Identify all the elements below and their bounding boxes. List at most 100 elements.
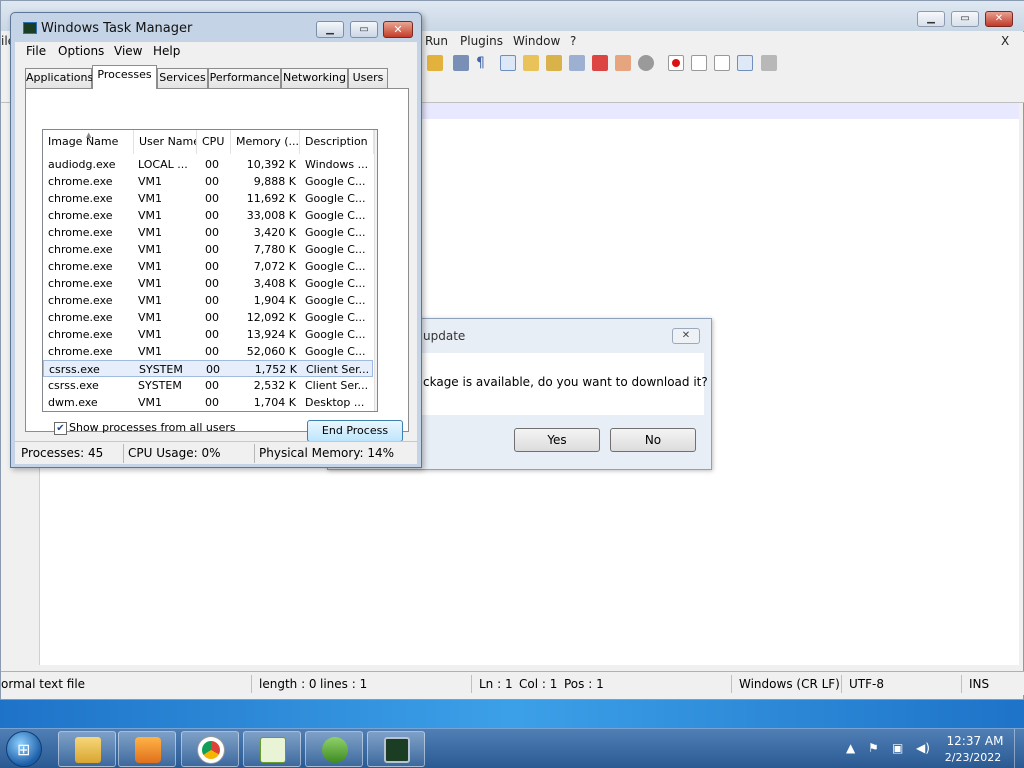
process-row[interactable]: csrss.exe SYSTEM 00 1,752 K Client Ser... (43, 360, 373, 377)
status-divider (961, 675, 962, 693)
process-memory: 1,904 K (253, 294, 296, 307)
minimize-button[interactable]: ▁ (917, 11, 945, 27)
process-row[interactable]: chrome.exe VM1 00 12,092 K Google C... (43, 309, 373, 326)
tab-users[interactable]: Users (348, 68, 388, 88)
lock-icon[interactable] (427, 55, 443, 71)
tab-performance[interactable]: Performance (208, 68, 281, 88)
menu-window[interactable]: Window (513, 34, 560, 48)
taskbar-app-explorer[interactable] (58, 731, 116, 767)
tab-applications[interactable]: Applications (25, 68, 93, 88)
save-macro-icon[interactable] (761, 55, 777, 71)
yes-button[interactable]: Yes (514, 428, 600, 452)
taskbar-app-media-player[interactable] (118, 731, 176, 767)
dialog-close-button[interactable]: ✕ (672, 328, 700, 344)
process-image-name: chrome.exe (48, 226, 113, 239)
process-row[interactable]: chrome.exe VM1 00 13,924 K Google C... (43, 326, 373, 343)
minimize-button[interactable]: ▁ (316, 21, 344, 38)
process-row[interactable]: chrome.exe VM1 00 3,420 K Google C... (43, 224, 373, 241)
taskbar-app-notepadpp[interactable] (243, 731, 301, 767)
mouse-cursor-icon (627, 387, 639, 405)
status-encoding: UTF-8 (849, 677, 884, 691)
tab-networking[interactable]: Networking (281, 68, 348, 88)
taskbar-app-downloader[interactable] (305, 731, 363, 767)
paragraph-icon[interactable]: ¶ (476, 55, 492, 71)
indent-guide-icon[interactable] (500, 55, 516, 71)
column-header-description[interactable]: Description (300, 130, 374, 154)
document-map-icon[interactable] (569, 55, 585, 71)
menu-help[interactable]: ? (570, 34, 576, 48)
play-macro-icon[interactable] (714, 55, 730, 71)
desktop-wallpaper (0, 700, 1024, 728)
vertical-scrollbar[interactable]: ▲ ≡ ▼ (374, 130, 378, 411)
folder-icon[interactable] (523, 55, 539, 71)
column-header-cpu[interactable]: CPU (197, 130, 231, 154)
maximize-button[interactable]: ▭ (951, 11, 979, 27)
spellcheck-icon[interactable] (638, 55, 654, 71)
wrap-icon[interactable] (453, 55, 469, 71)
run-multiple-macro-icon[interactable] (737, 55, 753, 71)
menu-help[interactable]: Help (153, 44, 180, 58)
column-header-memory[interactable]: Memory (... (231, 130, 300, 154)
process-row[interactable]: audiodg.exe LOCAL ... 00 10,392 K Windows ..… (43, 156, 373, 173)
maximize-button[interactable]: ▭ (350, 21, 378, 38)
process-user-name: VM1 (138, 175, 163, 188)
process-list[interactable]: Image Name ▲ User Name CPU Memory (... D… (42, 129, 378, 412)
show-hidden-icons-icon[interactable]: ▲ (846, 741, 855, 755)
process-row[interactable]: chrome.exe VM1 00 7,780 K Google C... (43, 241, 373, 258)
process-memory: 7,780 K (253, 243, 296, 256)
menu-run[interactable]: Run (425, 34, 448, 48)
process-cpu: 00 (205, 311, 219, 324)
process-row[interactable]: chrome.exe VM1 00 11,692 K Google C... (43, 190, 373, 207)
process-description: Google C... (305, 243, 366, 256)
menu-view[interactable]: View (114, 44, 142, 58)
action-center-icon[interactable]: ⚑ (868, 741, 879, 755)
close-button[interactable]: ✕ (985, 11, 1013, 27)
process-memory: 12,092 K (246, 311, 296, 324)
menu-plugins[interactable]: Plugins (460, 34, 503, 48)
process-row[interactable]: chrome.exe VM1 00 9,888 K Google C... (43, 173, 373, 190)
column-header-user-name[interactable]: User Name (134, 130, 197, 154)
process-row[interactable]: chrome.exe VM1 00 33,008 K Google C... (43, 207, 373, 224)
record-macro-icon[interactable] (668, 55, 684, 71)
process-cpu: 00 (205, 226, 219, 239)
status-physical-memory: Physical Memory: 14% (259, 446, 395, 460)
process-row[interactable]: chrome.exe VM1 00 1,904 K Google C... (43, 292, 373, 309)
tab-processes[interactable]: Processes (92, 65, 157, 89)
task-manager-icon (23, 22, 37, 34)
network-icon[interactable]: ▣ (892, 741, 903, 755)
scrollbar-thumb[interactable]: ≡ (377, 148, 378, 230)
function-list-icon[interactable] (546, 55, 562, 71)
process-user-name: VM1 (138, 192, 163, 205)
process-row[interactable]: chrome.exe VM1 00 52,060 K Google C... (43, 343, 373, 360)
close-document-button[interactable]: X (1001, 34, 1009, 48)
show-desktop-button[interactable] (1014, 729, 1024, 768)
process-user-name: VM1 (138, 277, 163, 290)
process-row[interactable]: chrome.exe VM1 00 7,072 K Google C... (43, 258, 373, 275)
taskbar-app-task-manager[interactable] (367, 731, 425, 767)
menu-file[interactable]: File (26, 44, 46, 58)
taskbar-app-chrome[interactable] (181, 731, 239, 767)
clock-time[interactable]: 12:37 AM (945, 734, 1005, 748)
close-button[interactable]: ✕ (383, 21, 413, 38)
status-file-type: ormal text file (1, 677, 86, 691)
process-description: Google C... (305, 226, 366, 239)
process-description: Google C... (305, 311, 366, 324)
stop-macro-icon[interactable] (691, 55, 707, 71)
tab-services[interactable]: Services (157, 68, 208, 88)
show-all-processes-checkbox[interactable]: ✔ (54, 422, 67, 435)
folder-workspace-icon[interactable] (615, 55, 631, 71)
process-row[interactable]: dwm.exe VM1 00 1,704 K Desktop ... (43, 394, 373, 411)
task-manager-window: Windows Task Manager ▁ ▭ ✕ File Options … (10, 12, 422, 468)
end-process-button[interactable]: End Process (307, 420, 403, 442)
process-memory: 11,692 K (246, 192, 296, 205)
menu-options[interactable]: Options (58, 44, 104, 58)
monitor-icon[interactable] (592, 55, 608, 71)
volume-icon[interactable]: ◀) (916, 741, 930, 755)
status-length: length : 0 (259, 677, 317, 691)
process-row[interactable]: chrome.exe VM1 00 3,408 K Google C... (43, 275, 373, 292)
clock-date[interactable]: 2/23/2022 (939, 751, 1007, 764)
start-button[interactable]: ⊞ (6, 731, 42, 767)
no-button[interactable]: No (610, 428, 696, 452)
process-image-name: chrome.exe (48, 260, 113, 273)
process-row[interactable]: csrss.exe SYSTEM 00 2,532 K Client Ser... (43, 377, 373, 394)
